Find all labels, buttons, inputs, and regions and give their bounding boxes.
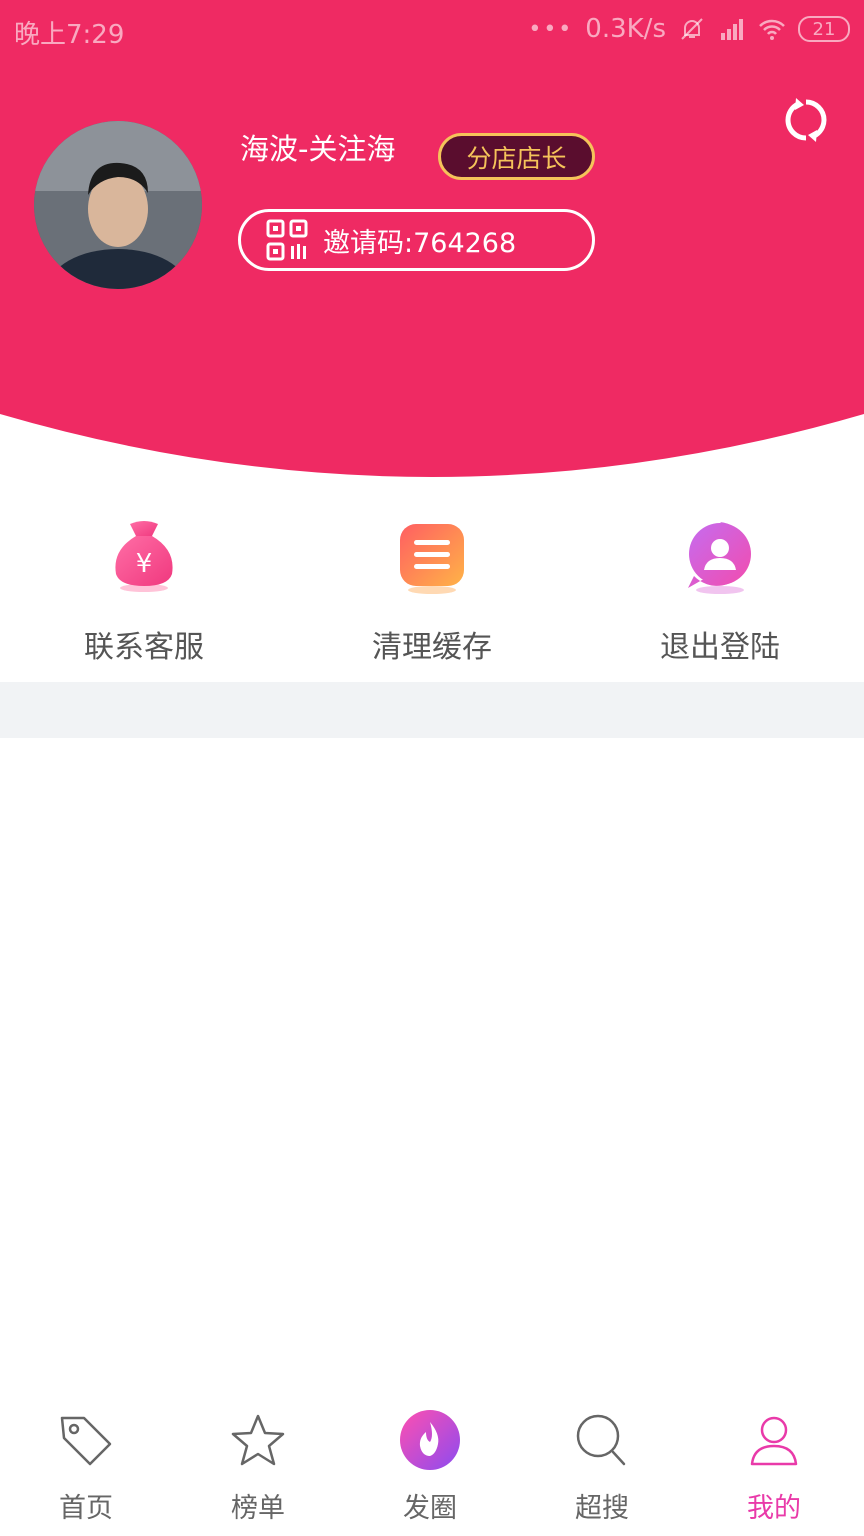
action-label: 清理缓存 — [372, 630, 492, 665]
flame-icon — [400, 1410, 460, 1470]
svg-text:¥: ¥ — [136, 549, 153, 579]
logout-button[interactable]: 退出登陆 — [576, 508, 864, 668]
signal-icon — [721, 19, 743, 40]
quick-actions: ¥ 联系客服 清理缓存 退出登陆 — [0, 508, 864, 668]
tab-super-search[interactable]: 超搜 — [516, 1396, 688, 1536]
status-time: 晚上7:29 — [14, 20, 125, 50]
refresh-icon[interactable] — [782, 96, 830, 144]
clear-cache-button[interactable]: 清理缓存 — [288, 508, 576, 668]
profile-header: 晚上7:29 ••• 0.3K/s 21 海波-关注海 分店店长 邀请码:764… — [0, 0, 864, 480]
qr-code-icon — [266, 219, 308, 261]
invite-code: 邀请码:764268 — [323, 227, 517, 259]
status-indicators: ••• 0.3K/s 21 — [528, 14, 850, 44]
network-speed: 0.3K/s — [585, 14, 666, 44]
person-icon — [750, 1416, 798, 1466]
invite-code-button[interactable]: 邀请码:764268 — [238, 209, 595, 271]
star-icon — [231, 1414, 285, 1466]
status-dots: ••• — [528, 16, 574, 42]
tag-icon — [60, 1416, 112, 1466]
mute-bell-icon — [681, 18, 703, 40]
action-label: 联系客服 — [84, 630, 204, 665]
contact-service-button[interactable]: ¥ 联系客服 — [0, 508, 288, 668]
user-icon — [688, 522, 751, 594]
tab-label: 发圈 — [403, 1493, 457, 1524]
role-badge: 分店店长 — [438, 133, 595, 180]
status-bar: 晚上7:29 ••• 0.3K/s 21 — [0, 0, 864, 60]
avatar-photo — [34, 121, 202, 289]
battery-indicator: 21 — [798, 16, 850, 42]
tab-label: 超搜 — [575, 1493, 629, 1524]
avatar[interactable] — [34, 121, 202, 289]
tab-label: 首页 — [59, 1493, 113, 1524]
tab-moments[interactable]: 发圈 — [344, 1396, 516, 1536]
wifi-icon — [759, 19, 785, 40]
search-icon — [576, 1414, 626, 1466]
bottom-tab-bar: 首页 榜单 发圈 超搜 我的 — [0, 1396, 864, 1536]
section-divider — [0, 682, 864, 738]
username: 海波-关注海 — [240, 132, 396, 166]
tab-mine[interactable]: 我的 — [688, 1396, 860, 1536]
money-bag-icon: ¥ — [115, 521, 173, 592]
tab-label: 榜单 — [231, 1493, 285, 1524]
list-icon — [400, 524, 464, 594]
action-label: 退出登陆 — [660, 630, 780, 665]
tab-ranking[interactable]: 榜单 — [172, 1396, 344, 1536]
tab-home[interactable]: 首页 — [0, 1396, 172, 1536]
tab-label: 我的 — [747, 1493, 801, 1524]
